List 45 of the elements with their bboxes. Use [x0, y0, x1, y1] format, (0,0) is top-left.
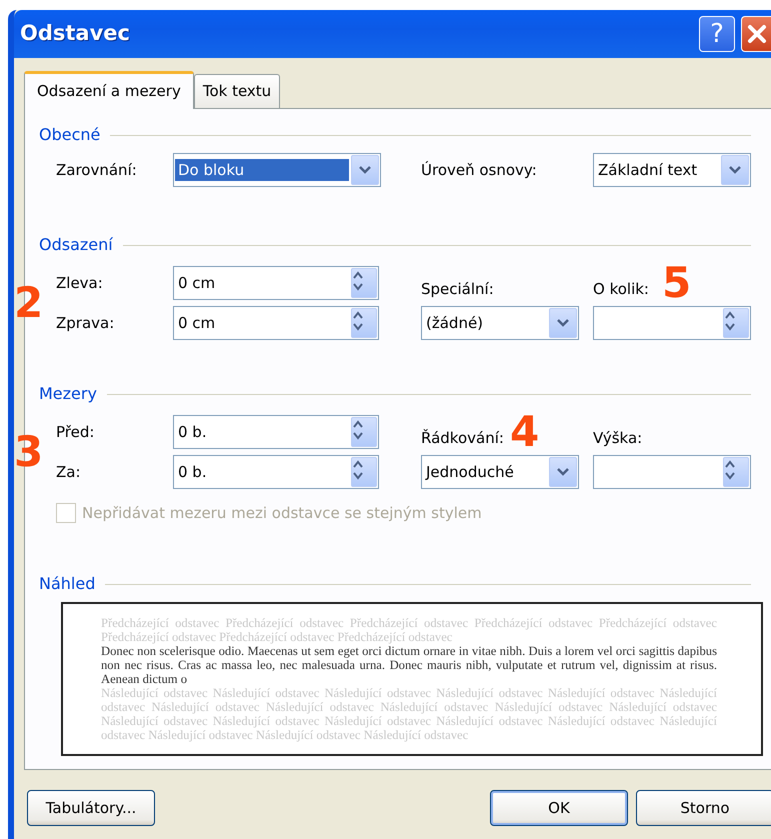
field-label: Výška: — [593, 428, 642, 448]
spin-field[interactable] — [593, 455, 751, 489]
section-heading: Mezery — [39, 383, 97, 405]
field-label: Speciální: — [421, 278, 494, 300]
checkbox-label: Nepřidávat mezeru mezi odstavce se stejným stylem — [82, 502, 482, 524]
field-label: Před: — [56, 422, 94, 443]
field-label: Zprava: — [56, 312, 114, 334]
section-heading: Náhled — [39, 573, 96, 595]
field-label: O kolik: — [593, 278, 649, 300]
spin-arrows-icon — [723, 457, 749, 487]
current-paragraph-text: Donec non scelerisque odio. Maecenas ut sem eget orci dictum ornare in vitae nibh. Duis a lorem vel orci sagittis dapibus non nec risus. Cras ac massa leo, nec malesuada urna. Donec mauris nibh, vulputate et rutrum vel, dignissim at risus. Aenean dictum o — [101, 644, 717, 686]
spin-arrows-icon — [351, 457, 377, 487]
spin-arrows-icon — [723, 308, 749, 338]
dropdown[interactable]: (žádné) — [421, 306, 579, 340]
dropdown[interactable]: Základní text — [593, 153, 751, 187]
field-label: Zleva: — [56, 272, 103, 294]
spin-field[interactable] — [593, 306, 751, 340]
dialog-button[interactable]: Tabulátory... — [27, 790, 155, 826]
dropdown[interactable]: Jednoduché — [421, 455, 579, 489]
field-label: Řádkování: — [421, 428, 504, 448]
close-button[interactable] — [741, 16, 771, 52]
field-label: Za: — [56, 462, 81, 483]
spin-field[interactable]: 0 cm — [173, 306, 379, 340]
section-heading: Odsazení — [39, 234, 113, 256]
spin-arrows-icon — [351, 417, 377, 447]
annotation-number: 2 — [14, 286, 44, 320]
dropdown[interactable]: Do bloku — [173, 153, 381, 187]
window-title: Odstavec — [20, 20, 131, 48]
dialog-button[interactable]: OK — [490, 790, 628, 826]
tab[interactable]: Tok textu — [194, 74, 280, 108]
spin-arrows-icon — [351, 308, 377, 338]
spin-field[interactable]: 0 cm — [173, 266, 379, 300]
spin-field[interactable]: 0 b. — [173, 415, 379, 449]
close-icon — [746, 23, 768, 45]
help-button[interactable]: ? — [699, 16, 735, 52]
spin-field[interactable]: 0 b. — [173, 455, 379, 489]
annotation-number: 3 — [14, 435, 44, 469]
annotation-number: 4 — [510, 415, 540, 449]
field-label: Úroveň osnovy: — [421, 160, 537, 181]
tab[interactable]: Odsazení a mezery — [24, 71, 194, 109]
field-label: Zarovnání: — [56, 160, 137, 181]
dialog-button[interactable]: Storno — [636, 790, 771, 826]
section-heading: Obecné — [39, 124, 100, 146]
annotation-number: 5 — [662, 266, 692, 300]
spin-arrows-icon — [351, 268, 377, 298]
